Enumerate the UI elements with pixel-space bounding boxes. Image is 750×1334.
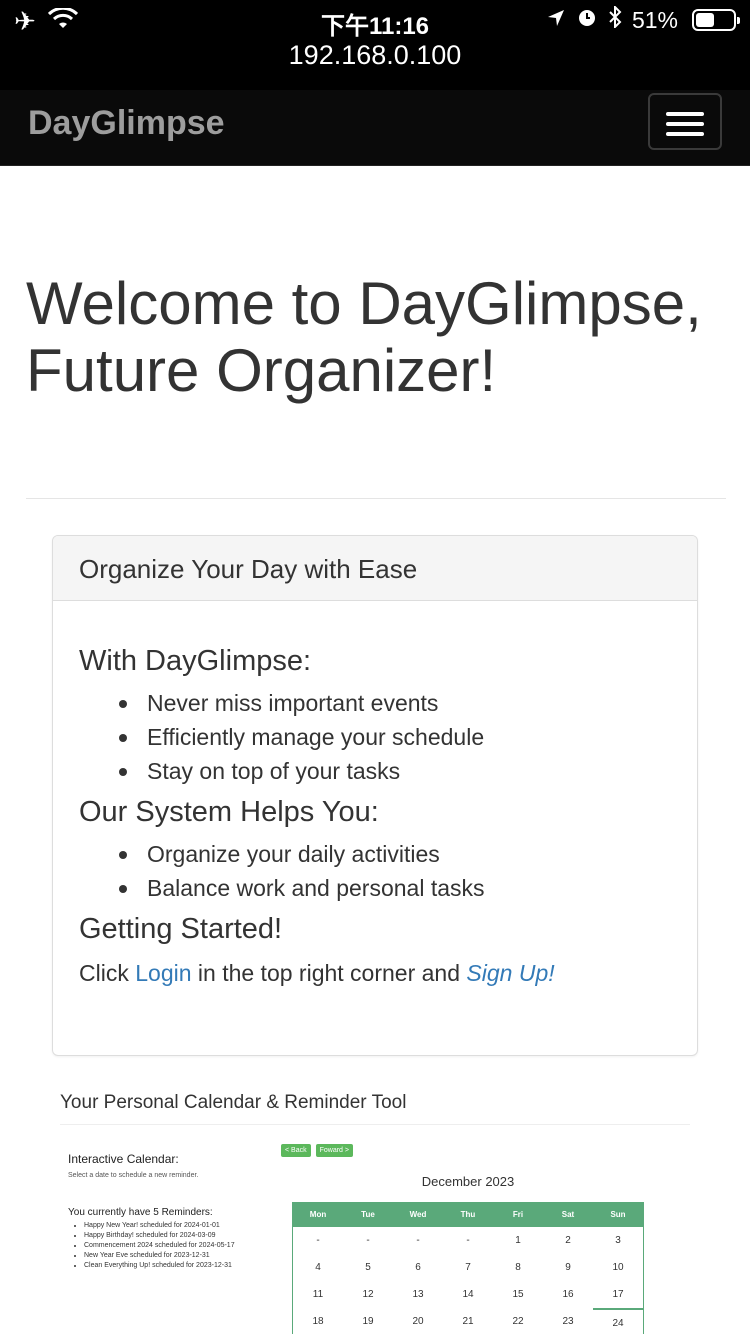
reminder-item: Happy Birthday! scheduled for 2024-03-09	[84, 1231, 288, 1241]
calendar-day: 7	[465, 1262, 471, 1273]
brand-logo[interactable]: DayGlimpse	[28, 104, 225, 143]
calendar-day-selected: 24	[593, 1308, 643, 1334]
calendar-day: 5	[365, 1262, 371, 1273]
hamburger-icon-bar	[666, 132, 704, 136]
calendar-day: 2	[565, 1235, 571, 1246]
reminder-item: Commencement 2024 scheduled for 2024-05-…	[84, 1241, 288, 1251]
calendar-day: 16	[562, 1289, 574, 1300]
calendar-day: -	[366, 1235, 370, 1246]
calendar-day: 11	[312, 1289, 324, 1300]
feature-list: Never miss important events Efficiently …	[119, 686, 671, 788]
calendar-day: -	[316, 1235, 320, 1246]
address-url[interactable]: 192.168.0.100	[0, 40, 750, 71]
signup-link[interactable]: Sign Up!	[466, 960, 554, 986]
list-item: Never miss important events	[119, 686, 671, 720]
calendar-day: 6	[415, 1262, 421, 1273]
weekday-label: Mon	[309, 1210, 327, 1219]
divider	[26, 498, 726, 499]
section-title: With DayGlimpse:	[79, 645, 312, 677]
status-right-icons: 51%	[546, 4, 740, 34]
preview-sidebar: Interactive Calendar: Select a date to s…	[68, 1152, 288, 1271]
list-item: Organize your daily activities	[119, 837, 671, 871]
calendar-day: 1	[515, 1235, 521, 1246]
hamburger-icon	[666, 112, 704, 116]
calendar-week: - - - - 1 2 3	[293, 1227, 643, 1254]
list-item: Balance work and personal tasks	[119, 871, 671, 905]
calendar-day: 9	[565, 1262, 571, 1273]
getting-started-text: Click Login in the top right corner and …	[79, 960, 671, 987]
calendar-day: 18	[312, 1316, 324, 1327]
calendar-day: 14	[462, 1289, 474, 1300]
calendar-subtext: Select a date to schedule a new reminder…	[68, 1172, 199, 1179]
calendar-day: 3	[615, 1235, 621, 1246]
reminder-item: Happy New Year! scheduled for 2024-01-01	[84, 1221, 288, 1231]
forward-button: Foward >	[315, 1144, 353, 1157]
calendar-day: 8	[515, 1262, 521, 1273]
weekday-label: Wed	[409, 1210, 427, 1219]
bluetooth-icon	[608, 4, 622, 34]
section-title: Getting Started!	[79, 913, 283, 945]
page-title: Welcome to DayGlimpse, Future Organizer!	[26, 270, 702, 404]
login-link[interactable]: Login	[135, 960, 191, 986]
battery-icon	[692, 9, 740, 31]
calendar-week: 11 12 13 14 15 16 17	[293, 1281, 643, 1308]
calendar-grid: Mon Tue Wed Thu Fri Sat Sun - - - - 1 2 …	[292, 1202, 644, 1334]
status-bar: ✈ 下午11:16 51% 192.168.0.100	[0, 0, 750, 90]
calendar-day: 17	[612, 1289, 624, 1300]
calendar-day: 19	[362, 1316, 374, 1327]
menu-toggle-button[interactable]	[648, 93, 722, 150]
calendar-week: 18 19 20 21 22 23 24	[293, 1308, 643, 1334]
reminder-list: Happy New Year! scheduled for 2024-01-01…	[84, 1221, 288, 1271]
back-button: < Back	[281, 1144, 311, 1157]
location-icon	[546, 7, 566, 34]
cta-text: in the top right corner and	[191, 960, 467, 986]
navbar: DayGlimpse	[0, 90, 750, 166]
calendar-day: 15	[512, 1289, 524, 1300]
weekday-label: Sat	[561, 1210, 575, 1219]
calendar-day: 13	[412, 1289, 424, 1300]
hamburger-icon-bar	[666, 122, 704, 126]
battery-level	[696, 13, 714, 27]
battery-percent: 51%	[631, 6, 678, 33]
panel-heading: Organize Your Day with Ease	[53, 536, 697, 601]
calendar-day: 22	[512, 1316, 524, 1327]
calendar-day: 21	[462, 1316, 474, 1327]
calendar-day: -	[466, 1235, 470, 1246]
calendar-day: -	[416, 1235, 420, 1246]
panel-body: With DayGlimpse: Never miss important ev…	[53, 601, 697, 987]
calendar-week: 4 5 6 7 8 9 10	[293, 1254, 643, 1281]
list-item: Stay on top of your tasks	[119, 754, 671, 788]
cta-text: Click	[79, 960, 136, 986]
calendar-day: 12	[362, 1289, 374, 1300]
info-panel: Organize Your Day with Ease With DayGlim…	[52, 535, 698, 1056]
section-title: Our System Helps You:	[79, 796, 379, 828]
alarm-icon	[576, 6, 598, 34]
preview-title: Your Personal Calendar & Reminder Tool	[60, 1092, 690, 1125]
calendar-weekdays: Mon Tue Wed Thu Fri Sat Sun	[293, 1202, 643, 1227]
calendar-preview-image: Your Personal Calendar & Reminder Tool I…	[60, 1092, 690, 1334]
weekday-label: Fri	[512, 1210, 524, 1219]
reminder-item: Clean Everything Up! scheduled for 2023-…	[84, 1261, 288, 1271]
weekday-label: Tue	[361, 1210, 375, 1219]
list-item: Efficiently manage your schedule	[119, 720, 671, 754]
calendar-month: December 2023	[421, 1174, 515, 1189]
reminders-heading: You currently have 5 Reminders:	[68, 1207, 213, 1218]
calendar-day: 23	[562, 1316, 574, 1327]
calendar-day: 4	[315, 1262, 321, 1273]
calendar-nav: < Back Foward >	[281, 1144, 353, 1157]
weekday-label: Thu	[460, 1210, 476, 1219]
calendar-day: 20	[412, 1316, 424, 1327]
reminder-item: New Year Eve scheduled for 2023-12-31	[84, 1251, 288, 1261]
feature-list: Organize your daily activities Balance w…	[119, 837, 671, 905]
calendar-day: 10	[612, 1262, 624, 1273]
calendar-heading: Interactive Calendar:	[68, 1152, 179, 1166]
weekday-label: Sun	[610, 1210, 626, 1219]
